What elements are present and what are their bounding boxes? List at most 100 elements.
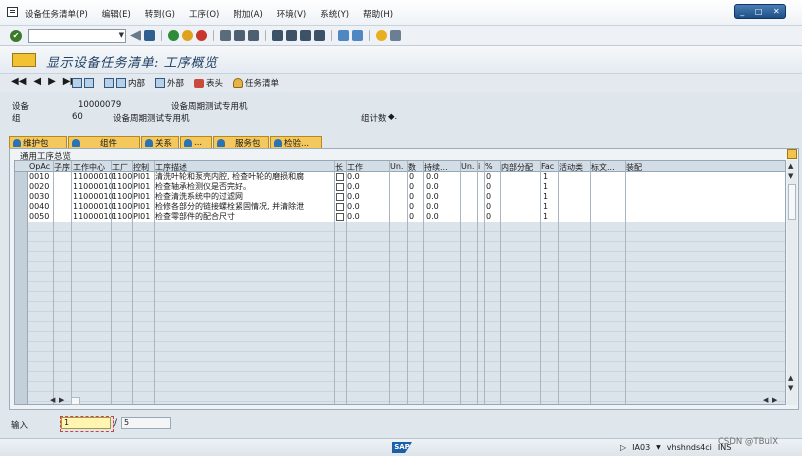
next-record-icon[interactable]: ▶ [48, 76, 56, 87]
header-button[interactable]: 表头 [194, 77, 223, 89]
scroll-up-icon[interactable]: ▲ [788, 162, 793, 170]
cancel-icon[interactable] [196, 30, 207, 41]
cell-factor: 1 [543, 182, 549, 191]
table-row[interactable]: 0050 11000010 1100 PI01 检查零部件的配合尺寸 0.0 0… [15, 212, 785, 222]
scroll-right-icon[interactable]: ▶ [772, 396, 777, 404]
col-header-duration-unit[interactable]: Un. [461, 162, 474, 171]
task-list-label: 任务清单 [245, 79, 280, 89]
first-page-icon[interactable] [272, 30, 283, 41]
tab-inspection[interactable]: 检验... [270, 136, 322, 149]
scroll-thumb[interactable] [788, 184, 796, 220]
cell-work: 0.0 [347, 202, 360, 211]
enter-icon[interactable]: ✔ [10, 30, 22, 42]
scroll-left-icon[interactable]: ◀ [763, 396, 768, 404]
cell-description: 清洗叶轮和泵壳内腔, 检查叶轮的磨损和腐 [155, 172, 305, 181]
tab-components[interactable]: 组件 [68, 136, 140, 149]
cell-percent: 0 [486, 182, 492, 191]
save-icon[interactable] [144, 30, 155, 41]
back-triangle-icon[interactable] [130, 30, 141, 41]
command-input[interactable] [29, 30, 115, 42]
menu-help[interactable]: 帮助(H) [363, 8, 393, 20]
first-record-icon[interactable]: ◀◀ [11, 76, 26, 87]
menu-task-list[interactable]: 设备任务清单(P) [25, 8, 88, 20]
table-settings-icon[interactable] [787, 149, 797, 159]
minimize-button[interactable]: _ [740, 7, 744, 16]
record-navigation: ◀◀ ◀ ▶ ▶▶ [11, 76, 78, 87]
previous-page-icon[interactable] [286, 30, 297, 41]
task-list-button[interactable]: 任务清单 [233, 77, 279, 89]
layout-menu-icon[interactable] [390, 30, 401, 41]
scroll-down-icon[interactable]: ▼ [788, 172, 793, 180]
col-header-factor[interactable]: Fac [541, 162, 554, 171]
cell-plant: 1100 [112, 182, 133, 191]
tab-icon [72, 138, 80, 147]
long-text-checkbox[interactable] [336, 183, 344, 191]
cell-op: 0020 [29, 182, 50, 191]
table-row[interactable]: 0010 11000010 1100 PI01 清洗叶轮和泵壳内腔, 检查叶轮的… [15, 172, 785, 182]
chevron-down-icon[interactable]: ▼ [119, 31, 124, 39]
transaction-code[interactable]: IA03 [632, 443, 650, 452]
last-page-icon[interactable] [314, 30, 325, 41]
shortcut-icon[interactable] [352, 30, 363, 41]
scroll-left-icon[interactable]: ◀ [50, 396, 55, 404]
external-button[interactable]: 外部 [155, 77, 184, 89]
tab-service-package[interactable]: 服务包 [213, 136, 269, 149]
entry-separator: / [114, 418, 118, 428]
internal-label: 内部 [128, 79, 146, 89]
help-icon[interactable] [376, 30, 387, 41]
vertical-scrollbar[interactable]: ▲ ▼ ▲ ▼ [787, 160, 797, 405]
close-button[interactable]: ✕ [773, 7, 780, 16]
menu-operation[interactable]: 工序(O) [189, 8, 219, 20]
command-field[interactable]: ▼ [28, 29, 126, 43]
select-all-icon[interactable] [72, 78, 82, 88]
table-row[interactable]: 0020 11000010 1100 PI01 检查轴承检测仪是否完好。 0.0… [15, 182, 785, 192]
menu-environment[interactable]: 环境(V) [277, 8, 306, 20]
scroll-up-icon[interactable]: ▲ [788, 374, 793, 382]
new-session-icon[interactable] [338, 30, 349, 41]
cell-work: 0.0 [347, 172, 360, 181]
tab-relations[interactable]: 关系 [141, 136, 179, 149]
table-row[interactable]: 0040 11000010 1100 PI01 检修各部分的链接螺栓紧固情况, … [15, 202, 785, 212]
entry-current-input[interactable]: 1 [60, 416, 114, 432]
find-icon[interactable] [234, 30, 245, 41]
menu-system[interactable]: 系统(Y) [320, 8, 349, 20]
chevron-down-icon[interactable]: ▼ [656, 444, 661, 451]
cell-percent: 0 [486, 192, 492, 201]
cell-work: 0.0 [347, 212, 360, 221]
tab-more[interactable]: ... [180, 136, 212, 148]
cell-work-center: 11000010 [73, 182, 114, 191]
find-next-icon[interactable] [248, 30, 259, 41]
page-title: 显示设备任务清单: 工序概览 [46, 56, 218, 71]
next-page-icon[interactable] [300, 30, 311, 41]
scroll-thumb[interactable] [71, 397, 80, 405]
deselect-all-icon[interactable] [84, 78, 94, 88]
screen-menu-icon[interactable] [12, 53, 36, 67]
back-icon[interactable] [168, 30, 179, 41]
scroll-right-icon[interactable]: ▶ [59, 396, 64, 404]
menu-goto[interactable]: 转到(G) [145, 8, 175, 20]
system-menu-icon[interactable] [7, 7, 18, 17]
col-header-unit[interactable]: Un. [390, 162, 403, 171]
col-header-indicator[interactable]: i [478, 162, 480, 171]
scroll-down-icon[interactable]: ▼ [788, 384, 793, 392]
table-row[interactable]: 0030 11000010 1100 PI01 检查清洗系统中的过滤网 0.0 … [15, 192, 785, 202]
status-expand-icon[interactable]: ▷ [620, 443, 626, 452]
exit-icon[interactable] [182, 30, 193, 41]
horizontal-scrollbar[interactable]: ◀ ▶ ◀ ▶ [50, 396, 780, 406]
toolbar-separator [265, 30, 266, 41]
maximize-button[interactable]: □ [755, 7, 763, 16]
long-text-checkbox[interactable] [336, 213, 344, 221]
col-header-opac[interactable]: OpAc [29, 162, 50, 171]
print-icon[interactable] [220, 30, 231, 41]
menu-edit[interactable]: 编辑(E) [102, 8, 131, 20]
col-header-percent[interactable]: % [485, 162, 493, 171]
status-bar: SAP ▷ IA03 ▼ vhshnds4ci INS [0, 438, 802, 456]
long-text-checkbox[interactable] [336, 173, 344, 181]
internal-button[interactable]: 内部 [104, 77, 145, 89]
long-text-checkbox[interactable] [336, 193, 344, 201]
long-text-checkbox[interactable] [336, 203, 344, 211]
previous-record-icon[interactable]: ◀ [33, 76, 41, 87]
menu-extras[interactable]: 附加(A) [233, 8, 262, 20]
tab-label: 检验... [284, 138, 310, 149]
tab-maintenance-package[interactable]: 维护包 [9, 136, 67, 149]
